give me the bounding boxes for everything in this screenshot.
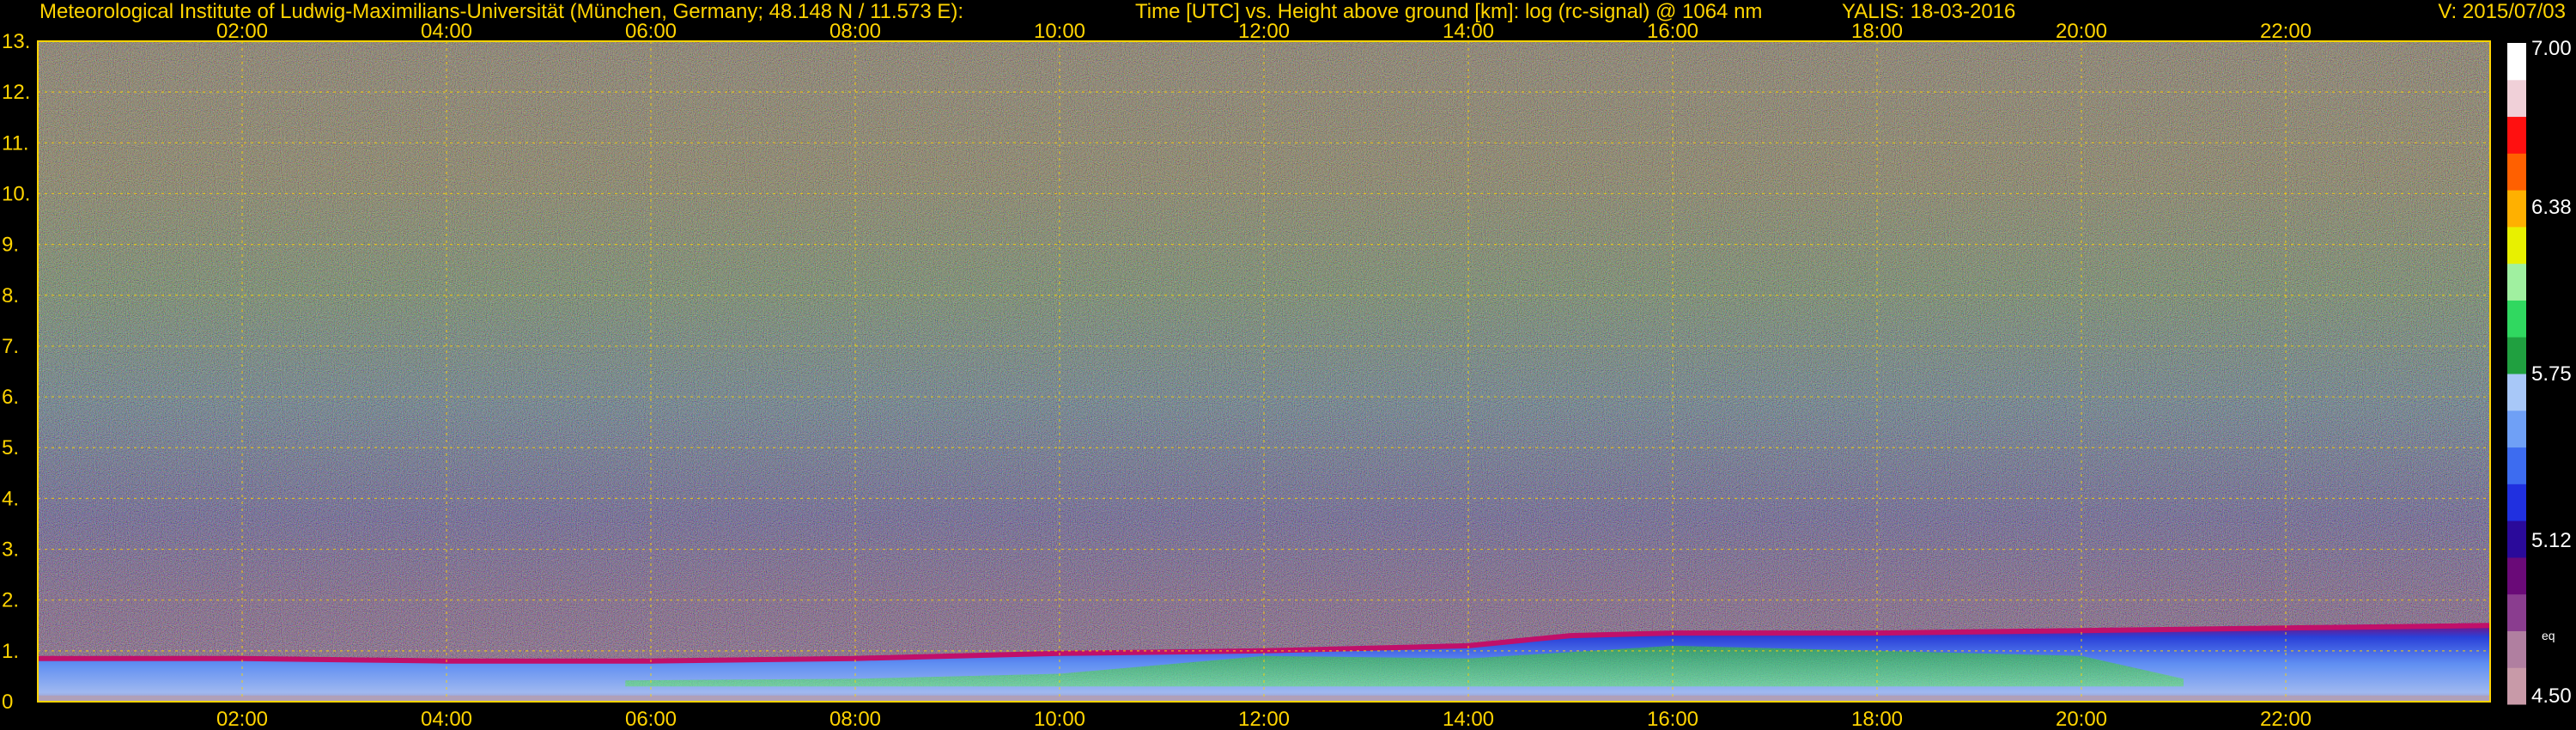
- y-tick-label: 6.: [2, 386, 19, 409]
- x-tick-label-bottom: 22:00: [2260, 708, 2312, 730]
- lidar-chart: Meteorological Institute of Ludwig-Maxim…: [0, 0, 2576, 730]
- colorbar-swatch: [2507, 520, 2526, 558]
- x-tick-label-top: 08:00: [829, 20, 881, 43]
- y-tick-label: 12.: [2, 81, 30, 104]
- y-tick-label: 13.: [2, 30, 30, 53]
- x-tick-label-bottom: 06:00: [625, 708, 677, 730]
- y-tick-label: 4.: [2, 487, 19, 510]
- x-tick-label-bottom: 18:00: [1851, 708, 1903, 730]
- colorbar-note: eq: [2542, 629, 2555, 642]
- y-tick-label: 2.: [2, 589, 19, 612]
- colorbar-swatch: [2507, 447, 2526, 484]
- colorbar-swatch: [2507, 43, 2526, 81]
- colorbar-tick-label: 4.50: [2531, 684, 2572, 708]
- colorbar-swatch: [2507, 630, 2526, 668]
- colorbar-swatch: [2507, 79, 2526, 118]
- y-tick-label: 8.: [2, 284, 19, 307]
- colorbar-tick-label: 5.75: [2531, 362, 2572, 386]
- x-tick-label-bottom: 16:00: [1647, 708, 1698, 730]
- colorbar-swatch: [2507, 667, 2526, 705]
- y-tick-label: 9.: [2, 234, 19, 257]
- colorbar-swatch: [2507, 337, 2526, 374]
- colorbar-swatch: [2507, 226, 2526, 265]
- x-tick-label-top: 04:00: [421, 20, 472, 43]
- y-tick-label: 0: [2, 690, 13, 714]
- x-tick-label-top: 18:00: [1851, 20, 1903, 43]
- x-tick-label-top: 22:00: [2260, 20, 2312, 43]
- x-tick-label-bottom: 02:00: [216, 708, 268, 730]
- colorbar-tick-label: 5.12: [2531, 529, 2572, 552]
- x-tick-label-top: 12:00: [1238, 20, 1290, 43]
- colorbar-swatch: [2507, 190, 2526, 228]
- x-tick-label-top: 10:00: [1034, 20, 1085, 43]
- colorbar-swatch: [2507, 557, 2526, 595]
- colorbar-swatch: [2507, 374, 2526, 411]
- x-tick-label-bottom: 12:00: [1238, 708, 1290, 730]
- x-tick-label-top: 16:00: [1647, 20, 1698, 43]
- x-tick-label-top: 20:00: [2056, 20, 2107, 43]
- colorbar-swatch: [2507, 484, 2526, 521]
- y-tick-label: 1.: [2, 640, 19, 663]
- y-tick-label: 10.: [2, 182, 30, 205]
- x-tick-label-bottom: 08:00: [829, 708, 881, 730]
- colorbar-swatch: [2507, 153, 2526, 191]
- y-tick-label: 11.: [2, 131, 29, 155]
- colorbar-tick-label: 6.38: [2531, 196, 2572, 219]
- x-tick-label-top: 14:00: [1443, 20, 1494, 43]
- x-tick-label-bottom: 20:00: [2056, 708, 2107, 730]
- y-tick-label: 3.: [2, 538, 19, 562]
- colorbar-swatch: [2507, 300, 2526, 338]
- x-tick-label-bottom: 14:00: [1443, 708, 1494, 730]
- x-tick-label-bottom: 10:00: [1034, 708, 1085, 730]
- y-tick-label: 7.: [2, 335, 19, 358]
- colorbar-swatch: [2507, 410, 2526, 448]
- colorbar-swatch: [2507, 116, 2526, 154]
- y-tick-label: 5.: [2, 436, 19, 459]
- x-tick-label-bottom: 04:00: [421, 708, 472, 730]
- x-tick-label-top: 02:00: [216, 20, 268, 43]
- plot-area: 02:00 02:00 04:00 04:00 06:00 06:00 08:00 08:00…: [2, 20, 2572, 730]
- x-tick-label-top: 06:00: [625, 20, 677, 43]
- colorbar-swatch: [2507, 263, 2526, 301]
- colorbar-swatch: [2507, 593, 2526, 631]
- colorbar-tick-label: 7.00: [2531, 37, 2572, 60]
